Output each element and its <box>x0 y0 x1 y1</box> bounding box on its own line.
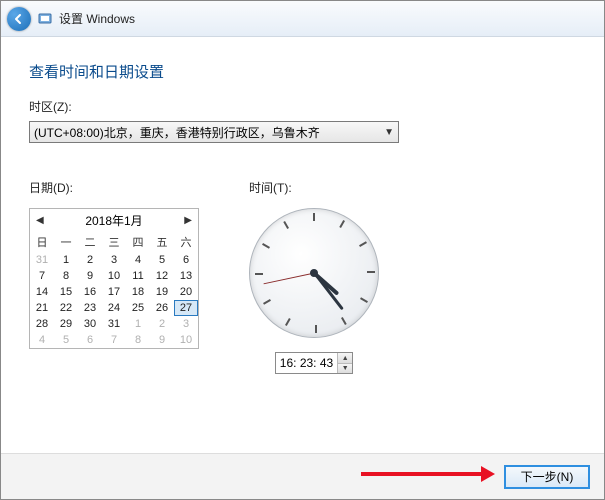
calendar-day[interactable]: 21 <box>30 300 54 316</box>
calendar-day[interactable]: 9 <box>78 268 102 284</box>
calendar-day[interactable]: 16 <box>78 284 102 300</box>
calendar-day[interactable]: 9 <box>150 332 174 348</box>
calendar-day[interactable]: 12 <box>150 268 174 284</box>
calendar-day[interactable]: 19 <box>150 284 174 300</box>
calendar-day[interactable]: 11 <box>126 268 150 284</box>
calendar-grid: 日一二三四五六311234567891011121314151617181920… <box>30 232 198 348</box>
calendar-day[interactable]: 7 <box>30 268 54 284</box>
calendar-month-title: 2018年1月 <box>85 212 142 229</box>
clock-minute-hand <box>313 272 344 310</box>
timezone-select[interactable]: (UTC+08:00)北京，重庆，香港特别行政区，乌鲁木齐 ▼ <box>29 121 399 143</box>
calendar-day[interactable]: 18 <box>126 284 150 300</box>
next-button[interactable]: 下一步(N) <box>504 465 590 489</box>
calendar-dow: 四 <box>126 232 150 252</box>
time-column: 时间(T): 16: 23: 43 ▲ ▼ <box>249 179 379 374</box>
date-column: 日期(D): ◀ 2018年1月 ▶ 日一二三四五六31123456789101… <box>29 179 199 374</box>
calendar-day[interactable]: 6 <box>174 252 198 268</box>
calendar-day[interactable]: 22 <box>54 300 78 316</box>
calendar-day[interactable]: 3 <box>102 252 126 268</box>
time-spin-down[interactable]: ▼ <box>338 363 352 373</box>
date-label: 日期(D): <box>29 179 199 196</box>
calendar-day[interactable]: 20 <box>174 284 198 300</box>
calendar-day[interactable]: 2 <box>78 252 102 268</box>
setup-icon <box>37 11 53 27</box>
calendar-day[interactable]: 15 <box>54 284 78 300</box>
calendar-day[interactable]: 1 <box>126 316 150 332</box>
time-input[interactable]: 16: 23: 43 ▲ ▼ <box>275 352 353 374</box>
calendar-next-button[interactable]: ▶ <box>184 215 192 226</box>
calendar-day[interactable]: 10 <box>102 268 126 284</box>
timezone-label: 时区(Z): <box>29 98 576 115</box>
back-button[interactable] <box>7 7 31 31</box>
calendar-day[interactable]: 25 <box>126 300 150 316</box>
calendar-day[interactable]: 31 <box>102 316 126 332</box>
calendar-day[interactable]: 31 <box>30 252 54 268</box>
calendar-dow: 六 <box>174 232 198 252</box>
calendar-day[interactable]: 29 <box>54 316 78 332</box>
calendar-prev-button[interactable]: ◀ <box>36 215 44 226</box>
calendar-day[interactable]: 27 <box>174 300 198 316</box>
calendar-day[interactable]: 7 <box>102 332 126 348</box>
calendar-day[interactable]: 24 <box>102 300 126 316</box>
calendar-day[interactable]: 14 <box>30 284 54 300</box>
calendar-day[interactable]: 17 <box>102 284 126 300</box>
calendar-day[interactable]: 30 <box>78 316 102 332</box>
calendar-dow: 二 <box>78 232 102 252</box>
calendar-day[interactable]: 23 <box>78 300 102 316</box>
calendar-day[interactable]: 1 <box>54 252 78 268</box>
time-spinner: ▲ ▼ <box>337 353 352 373</box>
calendar-day[interactable]: 6 <box>78 332 102 348</box>
next-button-label: 下一步(N) <box>521 468 574 485</box>
chevron-down-icon: ▼ <box>384 127 394 138</box>
calendar-dow: 日 <box>30 232 54 252</box>
calendar-day[interactable]: 4 <box>126 252 150 268</box>
calendar-dow: 五 <box>150 232 174 252</box>
calendar-day[interactable]: 8 <box>126 332 150 348</box>
calendar-day[interactable]: 13 <box>174 268 198 284</box>
clock-hub <box>310 269 318 277</box>
analog-clock <box>249 208 379 338</box>
footer: 下一步(N) <box>1 453 604 499</box>
back-arrow-icon <box>13 13 25 25</box>
calendar-day[interactable]: 8 <box>54 268 78 284</box>
calendar-day[interactable]: 26 <box>150 300 174 316</box>
calendar-dow: 三 <box>102 232 126 252</box>
time-spin-up[interactable]: ▲ <box>338 353 352 363</box>
calendar: ◀ 2018年1月 ▶ 日一二三四五六311234567891011121314… <box>29 208 199 349</box>
calendar-day[interactable]: 5 <box>54 332 78 348</box>
calendar-day[interactable]: 28 <box>30 316 54 332</box>
time-value: 16: 23: 43 <box>276 356 337 370</box>
annotation-arrow-icon <box>361 472 481 476</box>
calendar-day[interactable]: 4 <box>30 332 54 348</box>
title-text: 设置 Windows <box>59 10 135 27</box>
timezone-value: (UTC+08:00)北京，重庆，香港特别行政区，乌鲁木齐 <box>34 124 320 141</box>
calendar-day[interactable]: 2 <box>150 316 174 332</box>
page-title: 查看时间和日期设置 <box>29 61 576 82</box>
titlebar: 设置 Windows <box>1 1 604 37</box>
content-area: 查看时间和日期设置 时区(Z): (UTC+08:00)北京，重庆，香港特别行政… <box>1 37 604 453</box>
window: 设置 Windows 查看时间和日期设置 时区(Z): (UTC+08:00)北… <box>0 0 605 500</box>
time-label: 时间(T): <box>249 179 379 196</box>
calendar-day[interactable]: 5 <box>150 252 174 268</box>
calendar-day[interactable]: 3 <box>174 316 198 332</box>
calendar-dow: 一 <box>54 232 78 252</box>
calendar-day[interactable]: 10 <box>174 332 198 348</box>
clock-second-hand <box>263 273 314 285</box>
